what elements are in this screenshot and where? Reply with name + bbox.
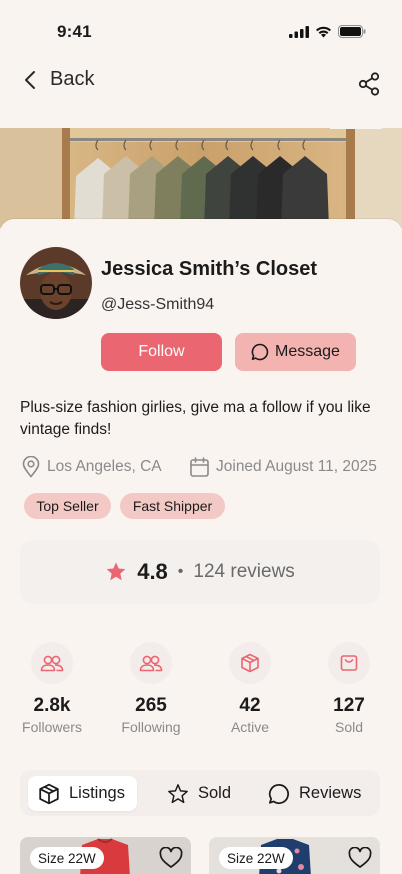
status-time: 9:41 — [57, 22, 92, 41]
status-indicators — [289, 25, 366, 38]
stat-value: 42 — [239, 695, 261, 716]
users-icon — [139, 655, 163, 672]
review-count: 124 reviews — [193, 561, 295, 582]
stat-sold[interactable]: 127 Sold — [309, 642, 389, 735]
tab-sold-label: Sold — [198, 784, 232, 802]
stat-label: Active — [230, 719, 270, 735]
stat-followers[interactable]: 2.8k Followers — [12, 642, 92, 735]
wifi-icon — [316, 26, 331, 37]
join-date: Joined August 11, 2025 — [190, 455, 377, 479]
location-pin-icon — [22, 456, 40, 478]
message-button[interactable]: Message — [235, 333, 356, 371]
back-button[interactable]: Back — [24, 68, 94, 91]
listing-card[interactable]: Size 22W — [20, 837, 191, 874]
size-tag: Size 22W — [219, 847, 293, 869]
chat-icon — [268, 783, 289, 804]
closet-banner-image — [0, 128, 402, 228]
tab-reviews-label: Reviews — [299, 784, 362, 802]
signal-icon — [289, 25, 309, 38]
calendar-icon — [190, 457, 209, 477]
rating-separator: • — [177, 563, 184, 580]
location: Los Angeles, CA — [22, 455, 162, 479]
rating-value: 4.8 — [137, 559, 168, 584]
stat-value: 2.8k — [33, 695, 71, 716]
heart-icon[interactable] — [159, 847, 183, 869]
badge-fast-shipper: Fast Shipper — [120, 493, 225, 519]
tab-reviews[interactable]: Reviews — [268, 776, 361, 811]
share-icon — [358, 72, 380, 96]
join-date-text: Joined August 11, 2025 — [216, 458, 377, 475]
follow-button[interactable]: Follow — [101, 333, 222, 371]
share-button[interactable] — [358, 72, 380, 101]
banner-tab — [330, 103, 382, 129]
heart-icon[interactable] — [348, 847, 372, 869]
avatar — [20, 247, 92, 319]
message-label: Message — [275, 343, 340, 360]
tab-listings[interactable]: Listings — [28, 776, 137, 811]
stat-label: Following — [121, 719, 181, 735]
stat-active[interactable]: 42 Active — [210, 642, 290, 735]
battery-icon — [338, 25, 366, 38]
top-navigation: Back — [0, 62, 402, 108]
rating-summary[interactable]: 4.8 • 124 reviews — [20, 540, 380, 604]
closet-name: Jessica Smith’s Closet — [101, 258, 318, 280]
badge-top-seller: Top Seller — [24, 493, 111, 519]
follow-label: Follow — [138, 343, 185, 360]
tab-sold[interactable]: Sold — [167, 776, 231, 811]
chevron-left-icon — [25, 70, 35, 89]
location-text: Los Angeles, CA — [47, 458, 162, 475]
back-label: Back — [50, 68, 95, 90]
star-icon — [168, 783, 188, 803]
profile-bio: Plus-size fashion girlies, give ma a fol… — [20, 399, 371, 438]
bag-icon — [340, 655, 358, 671]
tab-listings-label: Listings — [69, 784, 125, 802]
stat-value: 127 — [333, 695, 365, 716]
users-icon — [40, 655, 64, 672]
stat-following[interactable]: 265 Following — [111, 642, 191, 735]
size-tag: Size 22W — [30, 847, 104, 869]
listing-card[interactable]: Size 22W — [209, 837, 380, 874]
stat-label: Sold — [334, 719, 364, 735]
chat-icon — [251, 343, 269, 361]
user-handle: @Jess-Smith94 — [101, 296, 215, 313]
box-icon — [241, 653, 259, 673]
status-bar: 9:41 — [0, 0, 402, 62]
box-icon — [39, 783, 59, 804]
stat-label: Followers — [22, 719, 82, 735]
closet-tabs: Listings Sold Reviews — [20, 770, 380, 816]
stat-value: 265 — [135, 695, 167, 716]
star-icon — [106, 562, 126, 581]
